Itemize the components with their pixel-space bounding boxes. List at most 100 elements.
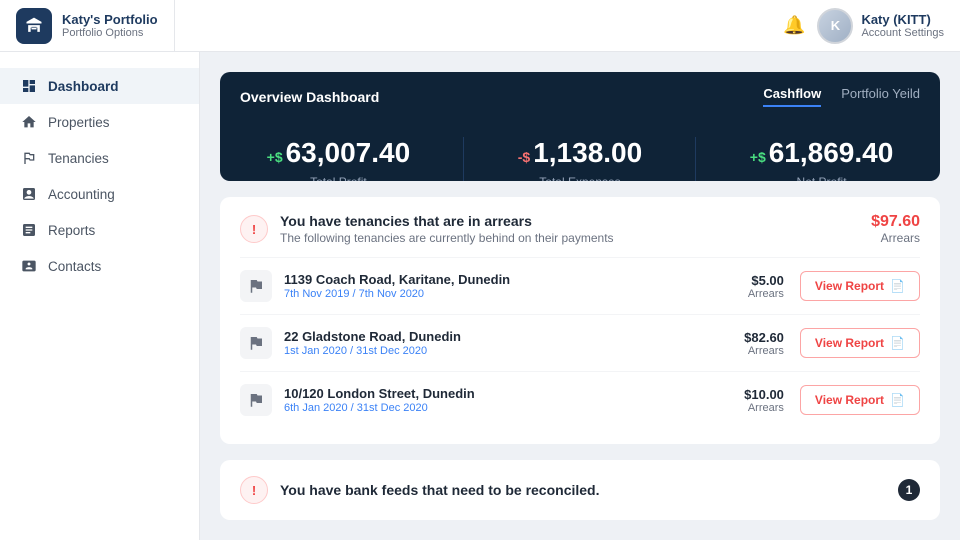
report-icon-1: 📄 (890, 336, 905, 350)
bank-feeds-title: You have bank feeds that need to be reco… (280, 482, 599, 498)
view-report-button-1[interactable]: View Report 📄 (800, 328, 920, 358)
alert-text: You have tenancies that are in arrears T… (280, 213, 614, 245)
sidebar-item-tenancies[interactable]: Tenancies (0, 140, 199, 176)
alert-amount-label: Arrears (871, 231, 920, 245)
tenancy-icon-2 (240, 384, 272, 416)
logo-area: Katy's Portfolio Portfolio Options (0, 0, 175, 52)
overview-tabs: Cashflow Portfolio Yeild (763, 86, 920, 107)
tenancy-address-0: 1139 Coach Road, Karitane, Dunedin (284, 272, 510, 287)
logo-subtitle: Portfolio Options (62, 27, 158, 39)
accounting-icon (20, 185, 38, 203)
metric-prefix-net: +$ (750, 149, 766, 165)
tenancy-left-1: 22 Gladstone Road, Dunedin 1st Jan 2020 … (240, 327, 461, 359)
tenancy-info-1: 22 Gladstone Road, Dunedin 1st Jan 2020 … (284, 329, 461, 357)
user-account-settings[interactable]: Account Settings (861, 27, 944, 39)
sidebar-label-accounting: Accounting (48, 187, 115, 202)
tenancy-right-2: $10.00 Arrears View Report 📄 (744, 385, 920, 415)
tab-cashflow[interactable]: Cashflow (763, 86, 821, 107)
bell-icon[interactable]: 🔔 (783, 15, 805, 36)
tenancy-info-0: 1139 Coach Road, Karitane, Dunedin 7th N… (284, 272, 510, 300)
sidebar-item-accounting[interactable]: Accounting (0, 176, 199, 212)
header: Katy's Portfolio Portfolio Options 🔔 K K… (0, 0, 960, 52)
tenancy-dates-1: 1st Jan 2020 / 31st Dec 2020 (284, 345, 461, 357)
metric-net-profit: +$61,869.40 Net Profit (750, 137, 894, 181)
tab-portfolio-yield[interactable]: Portfolio Yeild (841, 86, 920, 107)
report-icon-0: 📄 (890, 279, 905, 293)
logo-icon (16, 8, 52, 44)
home-icon (20, 113, 38, 131)
sidebar-label-reports: Reports (48, 223, 95, 238)
tenancy-right-1: $82.60 Arrears View Report 📄 (744, 328, 920, 358)
tenancy-icon-1 (240, 327, 272, 359)
alert-title: You have tenancies that are in arrears (280, 213, 614, 229)
overview-title: Overview Dashboard (240, 89, 379, 105)
overview-card: Overview Dashboard Cashflow Portfolio Ye… (220, 72, 940, 181)
alert-amount: $97.60 Arrears (871, 213, 920, 245)
metric-label-profit: Total Profit (310, 175, 367, 181)
alert-warning-icon: ! (240, 215, 268, 243)
tenancies-icon (20, 149, 38, 167)
metric-total-expenses: -$1,138.00 Total Expenses (518, 137, 642, 181)
report-icon-2: 📄 (890, 393, 905, 407)
alert-subtitle: The following tenancies are currently be… (280, 231, 614, 245)
tenancy-dates-2: 6th Jan 2020 / 31st Dec 2020 (284, 402, 475, 414)
contacts-icon (20, 257, 38, 275)
logo-title: Katy's Portfolio (62, 12, 158, 27)
tenancy-amount-1: $82.60 Arrears (744, 330, 784, 357)
sidebar-item-contacts[interactable]: Contacts (0, 248, 199, 284)
tenancy-address-1: 22 Gladstone Road, Dunedin (284, 329, 461, 344)
sidebar-label-contacts: Contacts (48, 259, 101, 274)
view-report-button-2[interactable]: View Report 📄 (800, 385, 920, 415)
sidebar-item-dashboard[interactable]: Dashboard (0, 68, 199, 104)
layout: Dashboard Properties Tenancies Accountin… (0, 52, 960, 540)
alert-amount-value: $97.60 (871, 213, 920, 231)
user-name: Katy (KITT) (861, 12, 944, 27)
tenancy-dates-0: 7th Nov 2019 / 7th Nov 2020 (284, 288, 510, 300)
tenancy-left-2: 10/120 London Street, Dunedin 6th Jan 20… (240, 384, 475, 416)
tenancy-address-2: 10/120 London Street, Dunedin (284, 386, 475, 401)
tenancy-right-0: $5.00 Arrears View Report 📄 (748, 271, 920, 301)
metric-value-expenses: 1,138.00 (533, 137, 642, 168)
metric-divider-1 (463, 137, 464, 181)
metric-total-profit: +$63,007.40 Total Profit (267, 137, 411, 181)
tenancy-row: 10/120 London Street, Dunedin 6th Jan 20… (240, 371, 920, 428)
tenancy-icon-0 (240, 270, 272, 302)
alert-left: ! You have tenancies that are in arrears… (240, 213, 614, 245)
header-left: Katy's Portfolio Portfolio Options (0, 0, 175, 52)
dashboard-icon (20, 77, 38, 95)
tenancy-row: 22 Gladstone Road, Dunedin 1st Jan 2020 … (240, 314, 920, 371)
logo-svg (24, 16, 44, 36)
bank-warning-icon: ! (240, 476, 268, 504)
metric-value-net: 61,869.40 (769, 137, 894, 168)
tenancy-amount-2: $10.00 Arrears (744, 387, 784, 414)
tenancy-amount-0: $5.00 Arrears (748, 273, 784, 300)
view-report-button-0[interactable]: View Report 📄 (800, 271, 920, 301)
user-info: Katy (KITT) Account Settings (861, 12, 944, 39)
metric-prefix-profit: +$ (267, 149, 283, 165)
tenancy-row: 1139 Coach Road, Karitane, Dunedin 7th N… (240, 257, 920, 314)
sidebar-item-properties[interactable]: Properties (0, 104, 199, 140)
sidebar-label-tenancies: Tenancies (48, 151, 109, 166)
tenancy-info-2: 10/120 London Street, Dunedin 6th Jan 20… (284, 386, 475, 414)
metric-value-profit: 63,007.40 (286, 137, 411, 168)
main-content: Overview Dashboard Cashflow Portfolio Ye… (200, 52, 960, 540)
metric-prefix-expenses: -$ (518, 149, 530, 165)
avatar-area: K Katy (KITT) Account Settings (817, 8, 944, 44)
metric-label-net: Net Profit (797, 175, 847, 181)
avatar: K (817, 8, 853, 44)
alert-header: ! You have tenancies that are in arrears… (240, 213, 920, 245)
bank-feeds-badge: 1 (898, 479, 920, 501)
sidebar-label-dashboard: Dashboard (48, 79, 119, 94)
sidebar-label-properties: Properties (48, 115, 110, 130)
logo-text: Katy's Portfolio Portfolio Options (62, 12, 158, 39)
header-right: 🔔 K Katy (KITT) Account Settings (783, 8, 944, 44)
metric-label-expenses: Total Expenses (539, 175, 620, 181)
bank-feeds-left: ! You have bank feeds that need to be re… (240, 476, 599, 504)
tenancy-left-0: 1139 Coach Road, Karitane, Dunedin 7th N… (240, 270, 510, 302)
sidebar: Dashboard Properties Tenancies Accountin… (0, 52, 200, 540)
reports-icon (20, 221, 38, 239)
overview-metrics: +$63,007.40 Total Profit -$1,138.00 Tota… (220, 117, 940, 181)
sidebar-item-reports[interactable]: Reports (0, 212, 199, 248)
overview-header: Overview Dashboard Cashflow Portfolio Ye… (220, 72, 940, 117)
bank-feeds-card: ! You have bank feeds that need to be re… (220, 460, 940, 520)
